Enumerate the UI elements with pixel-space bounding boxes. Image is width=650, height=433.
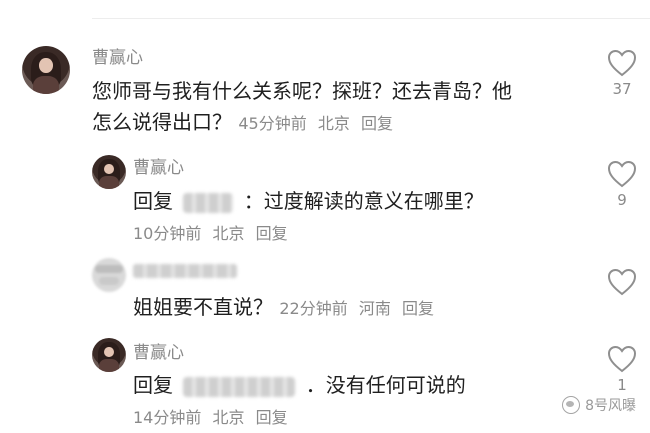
comment-text-line: 怎么说得出口？ [92, 110, 232, 134]
like-button[interactable]: 37 [602, 49, 642, 98]
watermark-text: 8号风曝 [585, 398, 636, 414]
reply-prefix: 回复 [133, 189, 173, 213]
username[interactable]: 曹赢心 [133, 153, 184, 178]
reply-button[interactable]: 回复 [256, 224, 288, 243]
like-button[interactable]: 9 [602, 160, 642, 209]
like-count: 9 [617, 191, 627, 209]
reply-text: 回复 ．没有任何可说的 [133, 370, 466, 401]
reply-prefix: 回复 [133, 373, 173, 397]
mentioned-user[interactable] [183, 376, 296, 397]
like-button[interactable] [602, 268, 642, 296]
comment-meta: 10分钟前 北京 回复 [133, 220, 288, 244]
heart-icon [607, 160, 637, 188]
comment-location: 北京 [317, 114, 350, 133]
wechat-icon [562, 396, 581, 414]
like-button[interactable]: 1 [602, 345, 642, 394]
reply-text: 姐姐要不直说？ 22分钟前 河南 回复 [133, 292, 434, 324]
top-divider [92, 18, 650, 19]
username[interactable]: 曹赢心 [92, 43, 143, 68]
reply-button[interactable]: 回复 [256, 408, 288, 427]
heart-icon [607, 345, 637, 373]
comment-time: 10分钟前 [133, 224, 202, 243]
avatar[interactable] [92, 258, 126, 292]
comment-time: 14分钟前 [133, 408, 202, 427]
heart-icon [607, 49, 637, 77]
comment-time: 45分钟前 [238, 114, 307, 133]
heart-icon [607, 268, 637, 296]
like-count: 37 [612, 80, 632, 98]
reply-button[interactable]: 回复 [361, 114, 393, 133]
reply-body: ：过度解读的意义在哪里？ [243, 189, 484, 213]
comment-text-line-with-meta: 怎么说得出口？ 45分钟前 北京 回复 [92, 107, 512, 139]
avatar[interactable] [92, 338, 126, 372]
comment-location: 北京 [212, 224, 245, 243]
comment-time: 22分钟前 [279, 299, 348, 318]
avatar[interactable] [22, 46, 70, 94]
reply-button[interactable]: 回复 [402, 299, 434, 318]
comment-meta: 45分钟前 北京 回复 [238, 114, 393, 133]
username[interactable] [133, 264, 237, 278]
reply-body: 姐姐要不直说？ [133, 295, 273, 319]
username[interactable]: 曹赢心 [133, 338, 184, 363]
comment-meta: 22分钟前 河南 回复 [279, 299, 434, 318]
comment-location: 北京 [212, 408, 245, 427]
comment-text: 您师哥与我有什么关系呢？探班？还去青岛？他 怎么说得出口？ 45分钟前 北京 回… [92, 76, 512, 139]
comment-location: 河南 [358, 299, 391, 318]
reply-body: ．没有任何可说的 [305, 373, 466, 397]
comment-text-line: 您师哥与我有什么关系呢？探班？还去青岛？他 [92, 79, 512, 103]
avatar[interactable] [92, 155, 126, 189]
watermark: 8号风曝 [562, 395, 636, 415]
mentioned-user[interactable] [183, 192, 234, 213]
comment-meta: 14分钟前 北京 回复 [133, 404, 288, 428]
like-count: 1 [617, 376, 627, 394]
reply-text: 回复 ：过度解读的意义在哪里？ [133, 186, 484, 217]
